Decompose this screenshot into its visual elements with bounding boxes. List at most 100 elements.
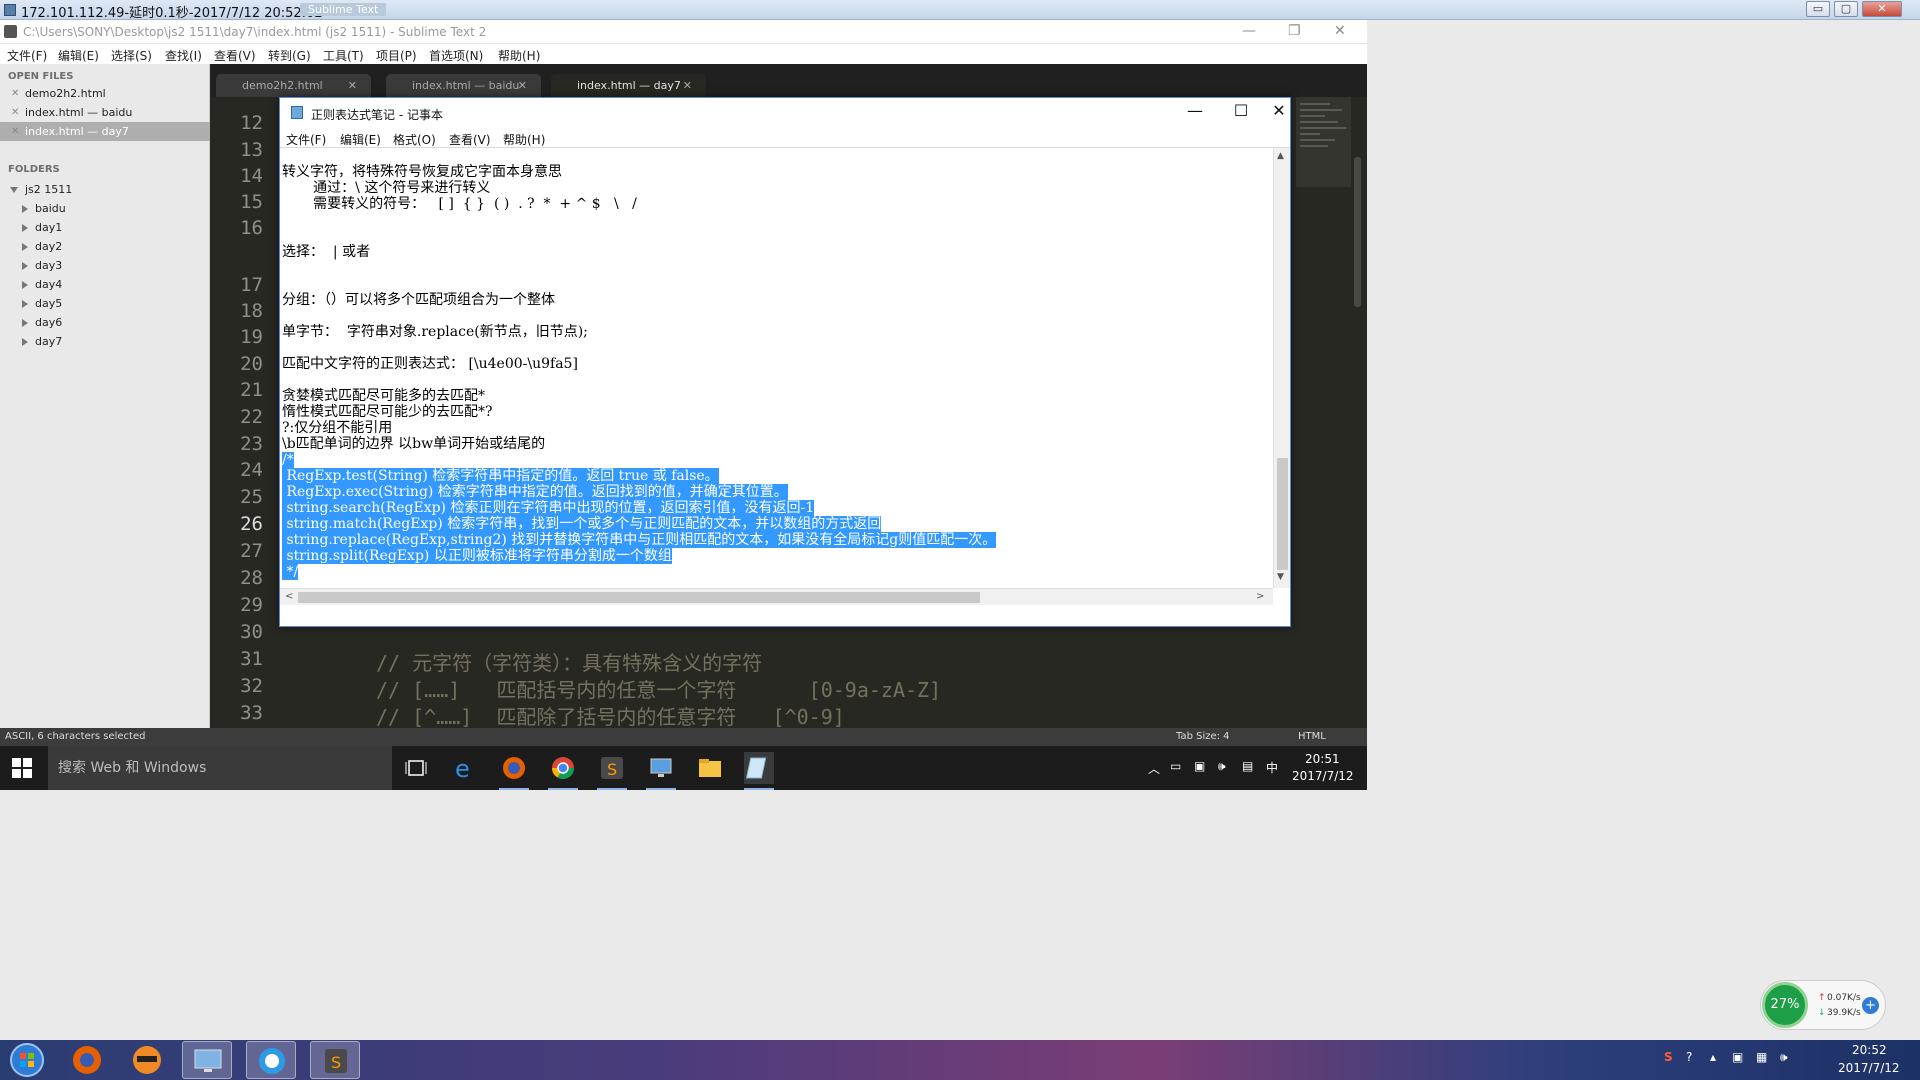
ime-indicator[interactable]: 中	[1266, 759, 1278, 776]
help-icon[interactable]: ?	[1686, 1050, 1692, 1064]
local-clock-date[interactable]: 2017/7/12	[1838, 1061, 1900, 1075]
tray-app-icon[interactable]: ▣	[1732, 1050, 1743, 1064]
notepad-taskbar-icon[interactable]	[744, 752, 774, 790]
notepad-menu-file[interactable]: 文件(F)	[286, 131, 326, 148]
open-file-item[interactable]: ✕ demo2h2.html	[0, 84, 210, 103]
line-number: 30	[240, 621, 263, 643]
chevron-right-icon	[22, 300, 28, 308]
menu-view[interactable]: 查看(V)	[214, 47, 256, 64]
sublime-close-button[interactable]: ✕	[1334, 23, 1346, 39]
line-number: 23	[240, 433, 263, 455]
open-file-item-active[interactable]: ✕ index.html — day7	[0, 122, 210, 141]
close-icon[interactable]: ✕	[11, 122, 19, 141]
text-line: 单字节： 字符串对象.replace(新节点，旧节点);	[282, 324, 588, 340]
sublime-local-icon[interactable]: S	[310, 1041, 360, 1079]
folder-item[interactable]: day6	[22, 313, 62, 332]
sublime-minimize-button[interactable]: —	[1242, 23, 1256, 39]
battery-icon[interactable]: ▭	[1170, 759, 1181, 773]
remote-clock-time[interactable]: 20:51	[1305, 752, 1340, 766]
folder-item[interactable]: baidu	[22, 199, 66, 218]
sublime-text-icon[interactable]: S	[597, 752, 627, 790]
notepad-text-area[interactable]: 转义字符，将特殊符号恢复成它字面本身意思 通过：\ 这个符号来进行转义 需要转义…	[282, 148, 1272, 588]
notepad-maximize-button[interactable]: ☐	[1221, 101, 1261, 120]
file-explorer-icon[interactable]	[695, 752, 725, 784]
notification-icon[interactable]: ▤	[1242, 759, 1253, 773]
close-icon[interactable]: ✕	[11, 103, 19, 122]
network-speed-widget[interactable]: 27% ↑ 0.07K/s ↓ 39.9K/s +	[1760, 980, 1886, 1030]
remote-viewer-close-button[interactable]: ✕	[1862, 1, 1902, 17]
local-clock-time[interactable]: 20:52	[1852, 1043, 1887, 1057]
minimap[interactable]	[1296, 97, 1351, 187]
close-icon[interactable]: ✕	[348, 74, 357, 97]
folder-item[interactable]: day4	[22, 275, 62, 294]
editor-scrollbar[interactable]	[1354, 157, 1361, 307]
robot-app-icon[interactable]	[122, 1041, 172, 1079]
chrome-icon[interactable]	[548, 752, 578, 790]
local-taskbar: S S ? ▴ ▣ ▦ 🕪 20:52 2017/7/12	[0, 1040, 1920, 1080]
folder-item[interactable]: day2	[22, 237, 62, 256]
menu-project[interactable]: 项目(P)	[376, 47, 417, 64]
firefox-local-icon[interactable]	[62, 1041, 112, 1079]
network-icon[interactable]: ▣	[1194, 759, 1205, 773]
notepad-vertical-scrollbar[interactable]: ▲ ▼	[1273, 148, 1290, 588]
menu-file[interactable]: 文件(F)	[7, 47, 47, 64]
status-syntax[interactable]: HTML	[1298, 731, 1326, 742]
notepad-minimize-button[interactable]: —	[1175, 101, 1215, 120]
folder-item[interactable]: day5	[22, 294, 62, 313]
line-number: 15	[240, 191, 263, 213]
menu-selection[interactable]: 选择(S)	[111, 47, 152, 64]
notepad-horizontal-scrollbar[interactable]: < >	[280, 588, 1273, 605]
qq-browser-icon[interactable]	[246, 1041, 296, 1079]
remote-viewer-minimize-button[interactable]: ▭	[1806, 1, 1830, 17]
code-line: // [^……] 匹配除了括号内的任意字符 [^0-9]	[376, 705, 845, 728]
tab-demo2h2[interactable]: demo2h2.html ✕	[216, 74, 371, 97]
open-file-item[interactable]: ✕ index.html — baidu	[0, 103, 210, 122]
menu-find[interactable]: 查找(I)	[165, 47, 202, 64]
remote-clock-date[interactable]: 2017/7/12	[1292, 769, 1354, 783]
notepad-menu-edit[interactable]: 编辑(E)	[340, 131, 381, 148]
tab-index-day7[interactable]: index.html — day7 ✕	[551, 74, 706, 97]
windows-start-icon[interactable]	[12, 758, 32, 778]
menu-goto[interactable]: 转到(G)	[268, 47, 311, 64]
status-tab-size[interactable]: Tab Size: 4	[1176, 731, 1230, 742]
tab-index-baidu[interactable]: index.html — baidu ✕	[386, 74, 541, 97]
notepad-hscroll-thumb[interactable]	[298, 592, 980, 603]
close-icon[interactable]: ✕	[518, 74, 527, 97]
search-box[interactable]: 搜索 Web 和 Windows	[48, 746, 392, 790]
firefox-icon[interactable]	[499, 752, 529, 790]
scroll-up-icon[interactable]: ▲	[1277, 151, 1284, 161]
expand-plus-icon[interactable]: +	[1862, 997, 1879, 1014]
network-icon[interactable]: ▦	[1756, 1050, 1767, 1064]
edge-browser-icon[interactable]: e	[450, 752, 480, 784]
volume-icon[interactable]: 🕪	[1218, 759, 1226, 774]
scroll-down-icon[interactable]: ▼	[1277, 572, 1284, 582]
folder-item[interactable]: day3	[22, 256, 62, 275]
notepad-menu-help[interactable]: 帮助(H)	[503, 131, 545, 148]
notepad-menu-format[interactable]: 格式(O)	[393, 131, 436, 148]
sublime-titlebar: C:\Users\SONY\Desktop\js2 1511\day7\inde…	[0, 20, 1367, 44]
windows-orb-icon[interactable]	[2, 1041, 52, 1079]
remote-viewer-maximize-button[interactable]: ▢	[1834, 1, 1858, 17]
menu-tools[interactable]: 工具(T)	[323, 47, 364, 64]
chevron-up-icon[interactable]: ︿	[1148, 760, 1160, 777]
folder-item[interactable]: day7	[22, 332, 62, 351]
volume-icon[interactable]: 🕪	[1780, 1050, 1788, 1065]
close-icon[interactable]: ✕	[11, 84, 19, 103]
scroll-right-icon[interactable]: >	[1256, 591, 1264, 602]
menu-preferences[interactable]: 首选项(N)	[429, 47, 483, 64]
remote-desktop-icon[interactable]	[646, 752, 676, 790]
folder-item[interactable]: day1	[22, 218, 62, 237]
sublime-restore-button[interactable]: ❐	[1288, 23, 1301, 39]
scroll-left-icon[interactable]: <	[285, 591, 293, 602]
menu-edit[interactable]: 编辑(E)	[58, 47, 99, 64]
menu-help[interactable]: 帮助(H)	[498, 47, 540, 64]
task-view-icon[interactable]	[401, 752, 431, 784]
folder-root[interactable]: js2 1511	[10, 180, 72, 199]
notepad-menu-view[interactable]: 查看(V)	[449, 131, 491, 148]
chevron-up-icon[interactable]: ▴	[1710, 1050, 1716, 1064]
remote-desktop-local-icon[interactable]	[182, 1041, 232, 1079]
notepad-close-button[interactable]: ✕	[1267, 101, 1291, 120]
notepad-vscroll-thumb[interactable]	[1277, 458, 1288, 570]
close-icon[interactable]: ✕	[683, 74, 692, 97]
sogou-input-icon[interactable]: S	[1664, 1050, 1673, 1064]
